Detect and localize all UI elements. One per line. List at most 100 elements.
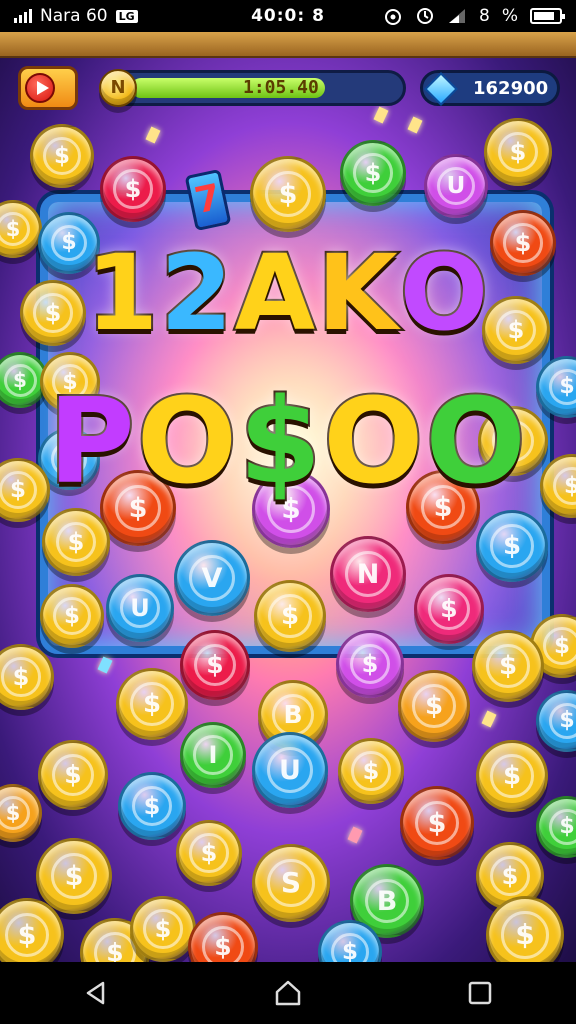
- coin[interactable]: $: [486, 896, 564, 962]
- coin[interactable]: $: [118, 772, 186, 840]
- coin[interactable]: $: [188, 912, 258, 962]
- coin[interactable]: $: [38, 740, 108, 810]
- coin[interactable]: U: [106, 574, 174, 642]
- logo-letter: $: [237, 370, 324, 512]
- coin[interactable]: $: [40, 584, 104, 648]
- sparkle: [347, 826, 363, 844]
- coin[interactable]: $: [476, 740, 548, 812]
- coin[interactable]: S: [252, 844, 330, 922]
- coin[interactable]: $: [180, 630, 250, 700]
- back-button[interactable]: [66, 968, 126, 1018]
- alarm-icon: [385, 9, 402, 25]
- coin-symbol: $: [201, 925, 245, 962]
- sparkle: [373, 106, 389, 124]
- top-frame: [0, 32, 576, 58]
- coin-symbol: U: [436, 166, 476, 206]
- coin[interactable]: $: [338, 738, 404, 804]
- coin-symbol: U: [119, 587, 161, 629]
- coin-symbol: $: [351, 751, 391, 791]
- carrier-label: Nara 60: [40, 6, 108, 26]
- coin[interactable]: $: [130, 896, 196, 962]
- recents-icon: [468, 981, 492, 1005]
- coin-symbol: $: [349, 643, 391, 685]
- gem-counter[interactable]: 162900: [420, 70, 560, 106]
- coin[interactable]: $: [476, 510, 548, 582]
- progress-bar: N 1:05.40: [99, 69, 406, 107]
- coin[interactable]: $: [484, 118, 552, 186]
- coin[interactable]: $: [414, 574, 484, 644]
- coin-icon: N: [99, 69, 137, 107]
- coin[interactable]: $: [0, 644, 54, 710]
- coin[interactable]: $: [116, 668, 188, 740]
- coin-symbol: $: [113, 169, 153, 209]
- coin-symbol: $: [490, 754, 534, 798]
- coin[interactable]: $: [36, 838, 112, 914]
- coin[interactable]: $: [254, 580, 326, 652]
- coin[interactable]: N: [330, 536, 406, 612]
- logo-letter: O: [398, 230, 491, 356]
- coin[interactable]: $: [42, 508, 110, 576]
- coin-symbol: U: [266, 746, 314, 794]
- gem-count: 162900: [473, 78, 549, 99]
- coin-symbol: $: [412, 684, 456, 728]
- coin-symbol: $: [414, 800, 460, 846]
- coin[interactable]: $: [30, 124, 94, 188]
- coin-symbol: $: [4, 912, 50, 958]
- logo-letter: O: [423, 370, 528, 512]
- progress-value: 1:05.40: [243, 77, 319, 98]
- coin[interactable]: $: [336, 630, 404, 698]
- coin-symbol: $: [548, 808, 576, 846]
- sparkle: [481, 710, 497, 728]
- coin-symbol: $: [548, 702, 576, 740]
- signal-icon: [14, 9, 32, 23]
- clock: 40:0: 8: [251, 6, 325, 26]
- logo-letter: 1: [84, 230, 161, 356]
- coin[interactable]: I: [180, 722, 246, 788]
- play-button[interactable]: [18, 66, 78, 110]
- coin-symbol: $: [93, 931, 137, 962]
- home-button[interactable]: [258, 968, 318, 1018]
- coin[interactable]: $: [472, 630, 544, 702]
- coin[interactable]: $: [340, 140, 406, 206]
- status-bar: Nara 60 LG 40:0: 8 8 %: [0, 0, 576, 32]
- coin[interactable]: $: [176, 820, 242, 886]
- coin-symbol: $: [0, 795, 31, 831]
- coin[interactable]: $: [400, 786, 474, 860]
- coin[interactable]: $: [398, 670, 470, 742]
- logo-letter: P: [46, 370, 137, 512]
- coin-symbol: S: [267, 859, 315, 907]
- coin[interactable]: $: [0, 784, 42, 842]
- logo-line-2: PO$OO: [0, 370, 576, 512]
- coin[interactable]: U: [252, 732, 328, 808]
- coin-symbol: V: [188, 554, 236, 602]
- coin-symbol: B: [271, 693, 315, 737]
- percent-glyph: %: [501, 6, 518, 26]
- logo-letter: O: [135, 370, 240, 512]
- coin-symbol: $: [189, 833, 229, 873]
- coin[interactable]: V: [174, 540, 250, 616]
- network-badge: LG: [115, 9, 138, 23]
- coin-symbol: $: [497, 131, 539, 173]
- coin-symbol: $: [427, 587, 471, 631]
- coin-symbol: $: [42, 136, 82, 176]
- recents-button[interactable]: [450, 968, 510, 1018]
- coin[interactable]: $: [536, 690, 576, 752]
- coin[interactable]: U: [424, 154, 488, 218]
- cellular-icon: [449, 9, 466, 23]
- status-left: Nara 60 LG: [14, 6, 214, 26]
- sync-icon: [417, 8, 434, 24]
- status-right: 8 %: [362, 6, 565, 26]
- coin[interactable]: $: [100, 156, 166, 222]
- coin-symbol: $: [330, 932, 370, 962]
- logo-line-1: 12AKO: [0, 230, 576, 356]
- coin-symbol: $: [51, 753, 95, 797]
- game-area[interactable]: $ $ $ $ U $ $ $ $ $ $ $ $ $ $ $ $ $ $ $ $ $ $ V N $ U $ $ $ $ $ $ $ $ B $ $ $ I…: [0, 32, 576, 962]
- coin[interactable]: $: [250, 156, 326, 232]
- coin-symbol: $: [130, 682, 174, 726]
- coin-symbol: N: [344, 550, 392, 598]
- sparkle: [407, 116, 423, 134]
- coin-symbol: $: [264, 170, 312, 218]
- logo-letter: A: [233, 230, 318, 356]
- logo-letter: O: [321, 370, 426, 512]
- coin[interactable]: $: [536, 796, 576, 858]
